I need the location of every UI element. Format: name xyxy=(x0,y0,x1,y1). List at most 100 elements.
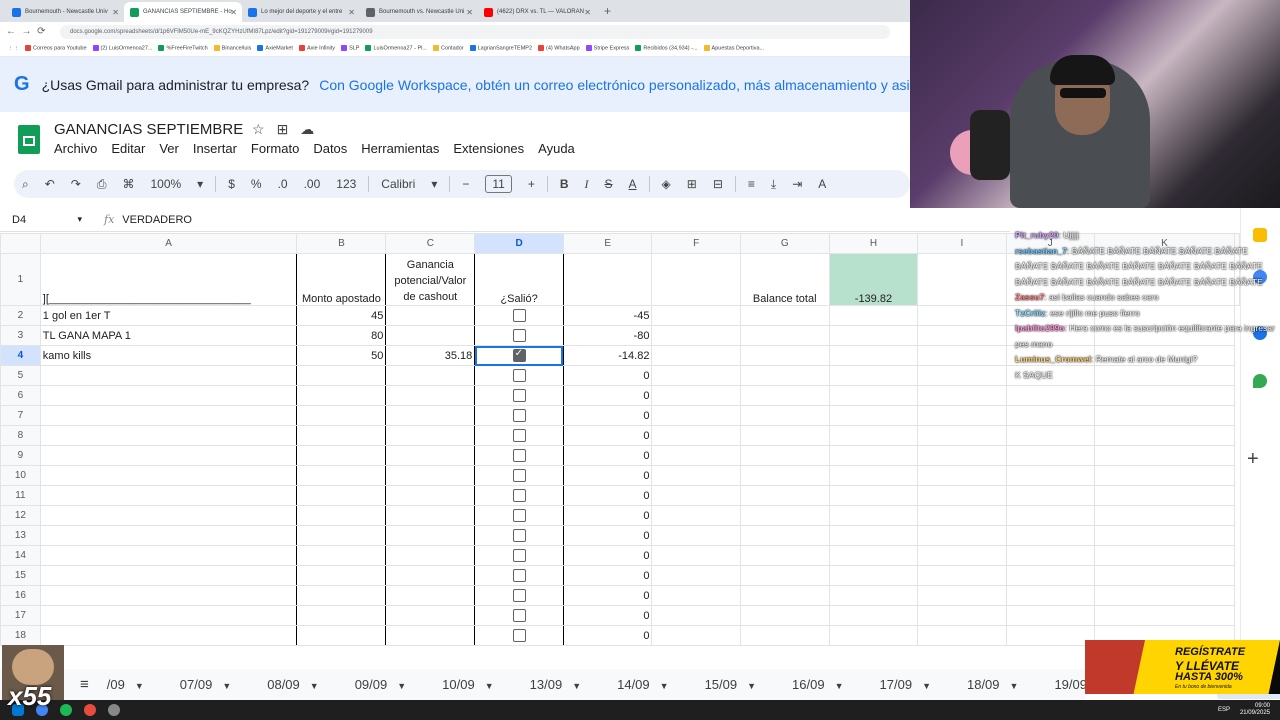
cell[interactable] xyxy=(651,425,741,446)
cell-amount[interactable] xyxy=(296,425,387,446)
bookmark-item[interactable]: Apuestas Deportiva... xyxy=(703,45,764,52)
cell[interactable] xyxy=(828,385,919,406)
cell-amount[interactable]: 45 xyxy=(296,305,387,326)
cell[interactable] xyxy=(917,465,1007,486)
cell[interactable] xyxy=(917,253,1007,306)
sheet-tab[interactable]: 15/09 ▼ xyxy=(705,677,774,692)
cell-amount[interactable] xyxy=(296,365,387,386)
cell[interactable] xyxy=(1005,545,1095,566)
menu-item[interactable]: Extensiones xyxy=(453,141,524,156)
cell[interactable] xyxy=(1005,425,1095,446)
cell-checkbox[interactable] xyxy=(474,585,564,606)
cell[interactable] xyxy=(917,565,1007,586)
cell-result[interactable]: 0 xyxy=(562,605,653,626)
cell-bet-name[interactable] xyxy=(39,505,298,526)
checkbox[interactable] xyxy=(512,529,526,542)
cell[interactable] xyxy=(651,445,741,466)
cell-checkbox[interactable] xyxy=(474,425,564,446)
browser-tab[interactable]: Bournemouth - Newcastle Univ ✕ xyxy=(6,2,124,22)
cell[interactable] xyxy=(651,525,741,546)
row-header[interactable]: 13 xyxy=(0,525,41,546)
name-box[interactable]: D4 xyxy=(0,214,88,226)
row-header[interactable]: 10 xyxy=(0,465,41,486)
sheet-tab[interactable]: 14/09 ▼ xyxy=(617,677,686,692)
cell[interactable] xyxy=(1005,625,1095,646)
cell[interactable] xyxy=(651,565,741,586)
row-header[interactable]: 14 xyxy=(0,545,41,566)
cell-amount[interactable] xyxy=(296,465,387,486)
sheet-tab[interactable]: 17/09 ▼ xyxy=(880,677,949,692)
row-header[interactable]: 17 xyxy=(0,605,41,626)
cell-result[interactable]: 0 xyxy=(562,625,653,646)
bookmark-item[interactable]: Contador xyxy=(432,45,464,52)
checkbox[interactable] xyxy=(512,629,526,642)
cell-amount[interactable] xyxy=(296,545,387,566)
cell[interactable] xyxy=(917,505,1007,526)
column-header[interactable]: H xyxy=(828,233,919,254)
cell-cashout[interactable] xyxy=(385,325,476,346)
chevron-down-icon[interactable]: ▼ xyxy=(310,681,319,691)
header-cell-g[interactable]: Balance total xyxy=(739,253,830,306)
cell-result[interactable]: 0 xyxy=(562,365,653,386)
cell-result[interactable]: 0 xyxy=(562,585,653,606)
redo-icon[interactable]: ↷ xyxy=(71,177,81,191)
merge-cells-icon[interactable]: ⊟ xyxy=(713,177,723,191)
cell[interactable] xyxy=(828,485,919,506)
cell-bet-name[interactable] xyxy=(39,525,298,546)
cell[interactable] xyxy=(651,325,741,346)
cell-checkbox[interactable] xyxy=(474,325,564,346)
menu-item[interactable]: Insertar xyxy=(193,141,237,156)
cell[interactable] xyxy=(828,585,919,606)
bookmark-item[interactable]: (2) LuisOrmenoa27... xyxy=(92,45,152,52)
cell[interactable] xyxy=(739,465,830,486)
italic-icon[interactable]: I xyxy=(585,177,589,192)
cell-result[interactable]: 0 xyxy=(562,405,653,426)
cell-cashout[interactable] xyxy=(385,625,476,646)
cell-result[interactable]: 0 xyxy=(562,425,653,446)
cell-checkbox[interactable] xyxy=(474,305,564,326)
column-header[interactable]: C xyxy=(385,233,476,254)
cell[interactable] xyxy=(1093,585,1236,606)
cell[interactable] xyxy=(1005,565,1095,586)
bookmark-item[interactable]: SLP xyxy=(341,45,359,52)
bookmark-item[interactable]: %FreeFireTwitch xyxy=(158,45,208,52)
chevron-down-icon[interactable]: ▼ xyxy=(572,681,581,691)
cell[interactable] xyxy=(828,425,919,446)
column-header[interactable]: D xyxy=(474,233,564,254)
banner-text[interactable]: Con Google Workspace, obtén un correo el… xyxy=(319,77,910,93)
cell[interactable] xyxy=(828,325,919,346)
cell[interactable] xyxy=(828,565,919,586)
cell[interactable] xyxy=(828,545,919,566)
cell-bet-name[interactable] xyxy=(39,605,298,626)
cloud-status-icon[interactable]: ☁ xyxy=(300,121,326,137)
cell-amount[interactable] xyxy=(296,605,387,626)
cell[interactable] xyxy=(917,445,1007,466)
chevron-down-icon[interactable]: ▾ xyxy=(197,177,203,191)
checkbox[interactable] xyxy=(512,449,526,462)
checkbox[interactable] xyxy=(512,329,526,342)
sheet-tab[interactable]: 13/09 ▼ xyxy=(530,677,599,692)
close-icon[interactable]: ✕ xyxy=(348,8,355,17)
cell[interactable] xyxy=(739,325,830,346)
move-folder-icon[interactable]: ⊞ xyxy=(277,121,301,137)
star-icon[interactable]: ☆ xyxy=(252,121,277,137)
cell[interactable] xyxy=(1005,505,1095,526)
bookmark-item[interactable]: Recibidos (34,934) -... xyxy=(635,45,698,52)
header-cell-b[interactable]: Monto apostado xyxy=(296,253,387,306)
zoom-select[interactable]: 100% xyxy=(150,177,181,191)
row-header[interactable]: 1 xyxy=(0,253,41,306)
cell-amount[interactable] xyxy=(296,385,387,406)
menu-item[interactable]: Herramientas xyxy=(361,141,439,156)
chevron-down-icon[interactable]: ▼ xyxy=(660,681,669,691)
cell-amount[interactable] xyxy=(296,565,387,586)
cell[interactable] xyxy=(651,305,741,326)
cell[interactable] xyxy=(562,253,653,306)
cell-cashout[interactable] xyxy=(385,605,476,626)
sheet-tab[interactable]: 08/09 ▼ xyxy=(267,677,336,692)
app-icon[interactable] xyxy=(108,704,120,716)
cell[interactable] xyxy=(917,425,1007,446)
cell-checkbox[interactable] xyxy=(474,345,564,366)
obs-icon[interactable] xyxy=(84,704,96,716)
cell[interactable] xyxy=(651,485,741,506)
cell-result[interactable]: 0 xyxy=(562,505,653,526)
